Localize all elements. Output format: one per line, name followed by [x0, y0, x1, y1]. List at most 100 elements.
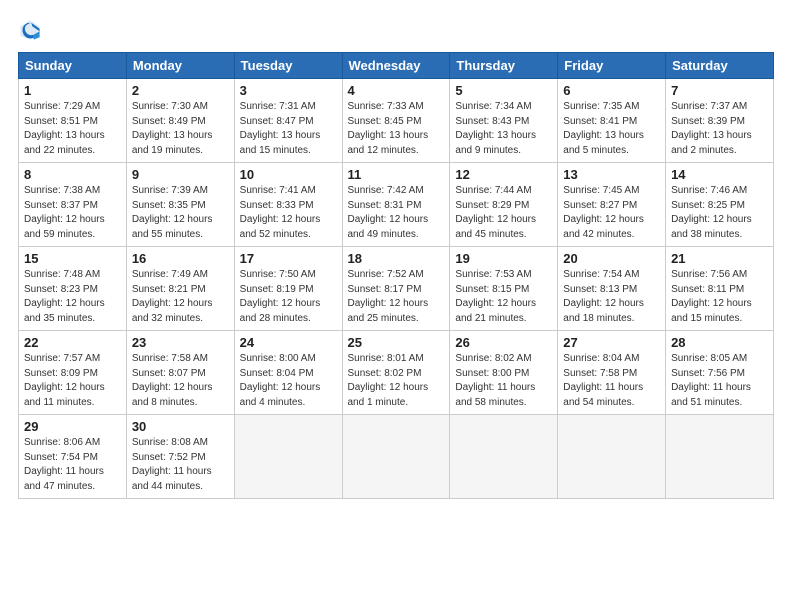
calendar-cell: 18 Sunrise: 7:52 AM Sunset: 8:17 PM Dayli…	[342, 247, 450, 331]
day-number: 8	[24, 167, 121, 182]
cell-info: Sunrise: 8:00 AM Sunset: 8:04 PM Dayligh…	[240, 352, 337, 410]
cell-info: Sunrise: 7:46 AM Sunset: 8:25 PM Dayligh…	[671, 184, 768, 242]
calendar-cell: 3 Sunrise: 7:31 AM Sunset: 8:47 PM Daylig…	[234, 79, 342, 163]
day-number: 22	[24, 335, 121, 350]
calendar-cell	[234, 415, 342, 499]
cell-info: Sunrise: 7:30 AM Sunset: 8:49 PM Dayligh…	[132, 100, 229, 158]
day-number: 23	[132, 335, 229, 350]
calendar: SundayMondayTuesdayWednesdayThursdayFrid…	[18, 52, 774, 499]
logo-icon	[18, 18, 42, 42]
day-number: 28	[671, 335, 768, 350]
cell-info: Sunrise: 7:53 AM Sunset: 8:15 PM Dayligh…	[455, 268, 552, 326]
day-number: 15	[24, 251, 121, 266]
weekday-header-saturday: Saturday	[666, 53, 774, 79]
day-number: 29	[24, 419, 121, 434]
cell-info: Sunrise: 8:01 AM Sunset: 8:02 PM Dayligh…	[348, 352, 445, 410]
calendar-cell: 19Sunrise: 7:53 AM Sunset: 8:15 PM Dayli…	[450, 247, 558, 331]
cell-info: Sunrise: 7:44 AM Sunset: 8:29 PM Dayligh…	[455, 184, 552, 242]
calendar-cell: 16 Sunrise: 7:49 AM Sunset: 8:21 PM Dayli…	[126, 247, 234, 331]
day-number: 20	[563, 251, 660, 266]
calendar-cell: 1 Sunrise: 7:29 AM Sunset: 8:51 PM Daylig…	[19, 79, 127, 163]
cell-info: Sunrise: 7:56 AM Sunset: 8:11 PM Dayligh…	[671, 268, 768, 326]
day-number: 2	[132, 83, 229, 98]
calendar-cell: 14 Sunrise: 7:46 AM Sunset: 8:25 PM Dayli…	[666, 163, 774, 247]
cell-info: Sunrise: 7:39 AM Sunset: 8:35 PM Dayligh…	[132, 184, 229, 242]
cell-info: Sunrise: 7:37 AM Sunset: 8:39 PM Dayligh…	[671, 100, 768, 158]
day-number: 5	[455, 83, 552, 98]
cell-info: Sunrise: 7:34 AM Sunset: 8:43 PM Dayligh…	[455, 100, 552, 158]
cell-info: Sunrise: 7:29 AM Sunset: 8:51 PM Dayligh…	[24, 100, 121, 158]
calendar-cell: 27 Sunrise: 8:04 AM Sunset: 7:58 PM Dayli…	[558, 331, 666, 415]
calendar-week-4: 22 Sunrise: 7:57 AM Sunset: 8:09 PM Dayli…	[19, 331, 774, 415]
calendar-body: 1 Sunrise: 7:29 AM Sunset: 8:51 PM Daylig…	[19, 79, 774, 499]
day-number: 14	[671, 167, 768, 182]
weekday-header-monday: Monday	[126, 53, 234, 79]
weekday-header-friday: Friday	[558, 53, 666, 79]
weekday-header-thursday: Thursday	[450, 53, 558, 79]
calendar-week-3: 15Sunrise: 7:48 AM Sunset: 8:23 PM Dayli…	[19, 247, 774, 331]
calendar-cell: 25 Sunrise: 8:01 AM Sunset: 8:02 PM Dayli…	[342, 331, 450, 415]
cell-info: Sunrise: 7:35 AM Sunset: 8:41 PM Dayligh…	[563, 100, 660, 158]
day-number: 13	[563, 167, 660, 182]
calendar-cell: 15Sunrise: 7:48 AM Sunset: 8:23 PM Dayli…	[19, 247, 127, 331]
cell-info: Sunrise: 7:33 AM Sunset: 8:45 PM Dayligh…	[348, 100, 445, 158]
calendar-cell: 2 Sunrise: 7:30 AM Sunset: 8:49 PM Daylig…	[126, 79, 234, 163]
calendar-cell: 8 Sunrise: 7:38 AM Sunset: 8:37 PM Daylig…	[19, 163, 127, 247]
calendar-week-2: 8 Sunrise: 7:38 AM Sunset: 8:37 PM Daylig…	[19, 163, 774, 247]
cell-info: Sunrise: 8:06 AM Sunset: 7:54 PM Dayligh…	[24, 436, 121, 494]
cell-info: Sunrise: 7:31 AM Sunset: 8:47 PM Dayligh…	[240, 100, 337, 158]
cell-info: Sunrise: 7:58 AM Sunset: 8:07 PM Dayligh…	[132, 352, 229, 410]
day-number: 30	[132, 419, 229, 434]
day-number: 25	[348, 335, 445, 350]
cell-info: Sunrise: 7:50 AM Sunset: 8:19 PM Dayligh…	[240, 268, 337, 326]
calendar-cell: 20 Sunrise: 7:54 AM Sunset: 8:13 PM Dayli…	[558, 247, 666, 331]
calendar-cell: 7 Sunrise: 7:37 AM Sunset: 8:39 PM Daylig…	[666, 79, 774, 163]
day-number: 27	[563, 335, 660, 350]
cell-info: Sunrise: 7:57 AM Sunset: 8:09 PM Dayligh…	[24, 352, 121, 410]
day-number: 10	[240, 167, 337, 182]
calendar-cell: 4 Sunrise: 7:33 AM Sunset: 8:45 PM Daylig…	[342, 79, 450, 163]
calendar-cell: 13Sunrise: 7:45 AM Sunset: 8:27 PM Dayli…	[558, 163, 666, 247]
calendar-cell: 21 Sunrise: 7:56 AM Sunset: 8:11 PM Dayli…	[666, 247, 774, 331]
calendar-cell	[450, 415, 558, 499]
cell-info: Sunrise: 8:05 AM Sunset: 7:56 PM Dayligh…	[671, 352, 768, 410]
day-number: 12	[455, 167, 552, 182]
calendar-cell	[666, 415, 774, 499]
cell-info: Sunrise: 8:04 AM Sunset: 7:58 PM Dayligh…	[563, 352, 660, 410]
day-number: 1	[24, 83, 121, 98]
calendar-cell: 6 Sunrise: 7:35 AM Sunset: 8:41 PM Daylig…	[558, 79, 666, 163]
calendar-header: SundayMondayTuesdayWednesdayThursdayFrid…	[19, 53, 774, 79]
day-number: 7	[671, 83, 768, 98]
calendar-cell: 17 Sunrise: 7:50 AM Sunset: 8:19 PM Dayli…	[234, 247, 342, 331]
cell-info: Sunrise: 7:38 AM Sunset: 8:37 PM Dayligh…	[24, 184, 121, 242]
day-number: 11	[348, 167, 445, 182]
calendar-week-5: 29 Sunrise: 8:06 AM Sunset: 7:54 PM Dayli…	[19, 415, 774, 499]
day-number: 17	[240, 251, 337, 266]
cell-info: Sunrise: 7:49 AM Sunset: 8:21 PM Dayligh…	[132, 268, 229, 326]
header	[18, 18, 774, 42]
weekday-header-sunday: Sunday	[19, 53, 127, 79]
day-number: 4	[348, 83, 445, 98]
calendar-cell	[558, 415, 666, 499]
logo	[18, 18, 46, 42]
cell-info: Sunrise: 7:54 AM Sunset: 8:13 PM Dayligh…	[563, 268, 660, 326]
calendar-cell: 28 Sunrise: 8:05 AM Sunset: 7:56 PM Dayli…	[666, 331, 774, 415]
calendar-cell: 23 Sunrise: 7:58 AM Sunset: 8:07 PM Dayli…	[126, 331, 234, 415]
cell-info: Sunrise: 7:52 AM Sunset: 8:17 PM Dayligh…	[348, 268, 445, 326]
calendar-cell: 12 Sunrise: 7:44 AM Sunset: 8:29 PM Dayli…	[450, 163, 558, 247]
day-number: 9	[132, 167, 229, 182]
day-number: 18	[348, 251, 445, 266]
calendar-cell: 26Sunrise: 8:02 AM Sunset: 8:00 PM Dayli…	[450, 331, 558, 415]
day-number: 21	[671, 251, 768, 266]
cell-info: Sunrise: 7:41 AM Sunset: 8:33 PM Dayligh…	[240, 184, 337, 242]
calendar-cell: 11Sunrise: 7:42 AM Sunset: 8:31 PM Dayli…	[342, 163, 450, 247]
calendar-cell	[342, 415, 450, 499]
day-number: 24	[240, 335, 337, 350]
day-number: 3	[240, 83, 337, 98]
cell-info: Sunrise: 8:02 AM Sunset: 8:00 PM Dayligh…	[455, 352, 552, 410]
day-number: 6	[563, 83, 660, 98]
day-number: 16	[132, 251, 229, 266]
page: SundayMondayTuesdayWednesdayThursdayFrid…	[0, 0, 792, 509]
calendar-cell: 22 Sunrise: 7:57 AM Sunset: 8:09 PM Dayli…	[19, 331, 127, 415]
calendar-cell: 5 Sunrise: 7:34 AM Sunset: 8:43 PM Daylig…	[450, 79, 558, 163]
